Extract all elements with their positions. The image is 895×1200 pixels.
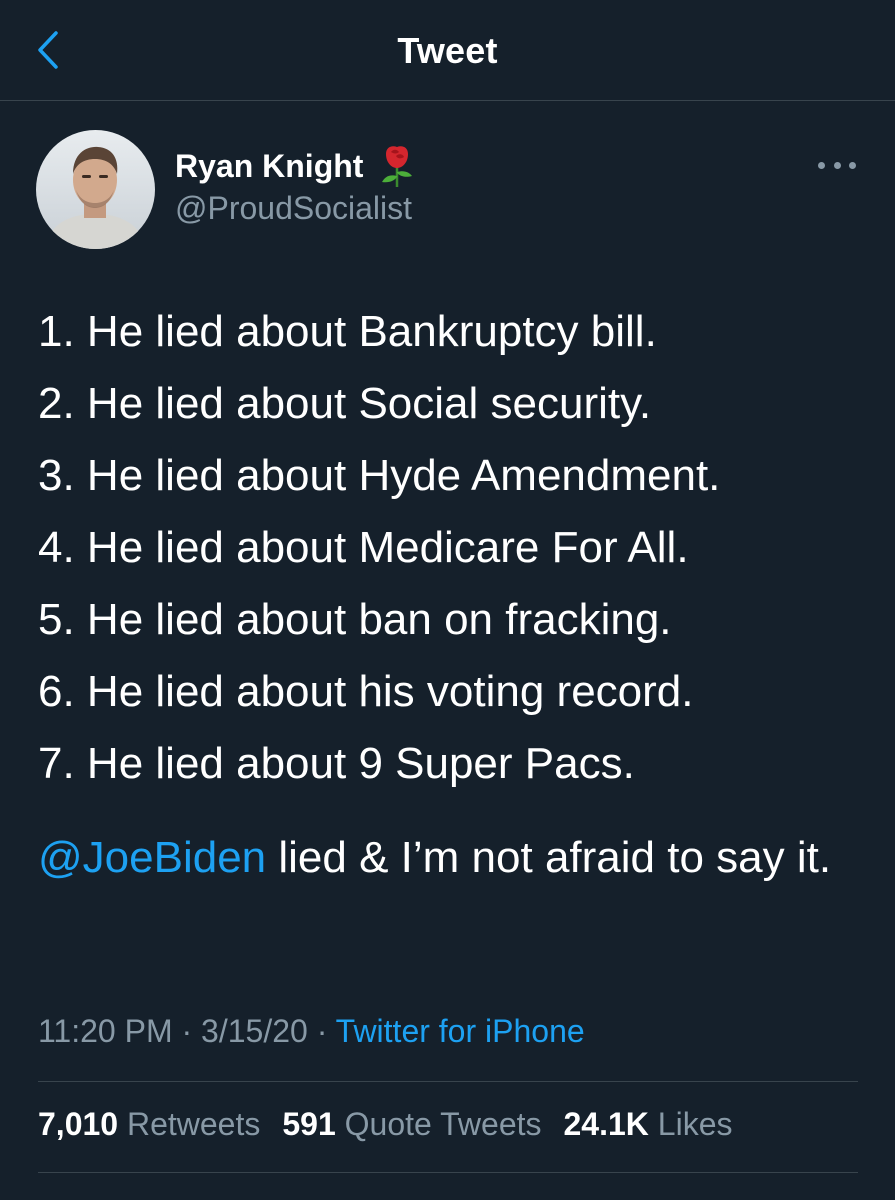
author-handle[interactable]: @ProudSocialist <box>175 190 412 227</box>
tweet-line: 3. He lied about Hyde Amendment. <box>38 451 721 500</box>
tweet-line: 2. He lied about Social security. <box>38 379 652 428</box>
tweet-line: 4. He lied about Medicare For All. <box>38 523 689 572</box>
more-options-button[interactable] <box>814 150 860 180</box>
tweet-stats: 7,010 Retweets 591 Quote Tweets 24.1K Li… <box>38 1106 732 1143</box>
top-bar: Tweet <box>0 0 895 101</box>
quote-tweets-stat[interactable]: 591 Quote Tweets <box>282 1106 541 1143</box>
more-icon-dot <box>849 161 856 169</box>
more-icon <box>818 161 825 169</box>
rose-icon <box>377 144 417 188</box>
retweets-stat[interactable]: 7,010 Retweets <box>38 1106 260 1143</box>
more-icon-dot <box>833 161 841 169</box>
meta-separator: · <box>181 1013 193 1049</box>
page-title: Tweet <box>397 30 498 71</box>
author-name-row[interactable]: Ryan Knight <box>175 144 417 188</box>
tweet-meta: 11:20 PM · 3/15/20 · Twitter for iPhone <box>38 1013 585 1050</box>
mention-link[interactable]: @JoeBiden <box>38 833 266 882</box>
tweet-line: 6. He lied about his voting record. <box>38 667 694 716</box>
author-name: Ryan Knight <box>175 147 364 184</box>
quote-tweets-label: Quote Tweets <box>344 1106 542 1142</box>
tweet-text: 1. He lied about Bankruptcy bill. 2. He … <box>38 296 868 894</box>
likes-stat[interactable]: 24.1K Likes <box>564 1106 733 1143</box>
tweet-line: 1. He lied about Bankruptcy bill. <box>38 307 657 356</box>
divider <box>38 1172 858 1173</box>
tweet-line: 7. He lied about 9 Super Pacs. <box>38 739 635 788</box>
likes-count: 24.1K <box>563 1106 649 1142</box>
tweet-source-link[interactable]: Twitter for iPhone <box>336 1013 585 1049</box>
tweet-time: 11:20 PM <box>38 1013 173 1049</box>
meta-separator: · <box>316 1013 328 1049</box>
retweets-count: 7,010 <box>38 1106 119 1142</box>
tweet-line: 5. He lied about ban on fracking. <box>38 595 672 644</box>
tweet-date: 3/15/20 <box>201 1013 308 1049</box>
divider <box>38 1081 858 1082</box>
tweet-closing-text: @JoeBiden lied & I’m not afraid to say i… <box>38 822 868 894</box>
likes-label: Likes <box>657 1106 733 1142</box>
tweet-closing-line: lied & I’m not afraid to say it. <box>266 833 832 882</box>
avatar[interactable] <box>36 130 155 249</box>
retweets-label: Retweets <box>126 1106 261 1142</box>
quote-tweets-count: 591 <box>282 1106 336 1142</box>
